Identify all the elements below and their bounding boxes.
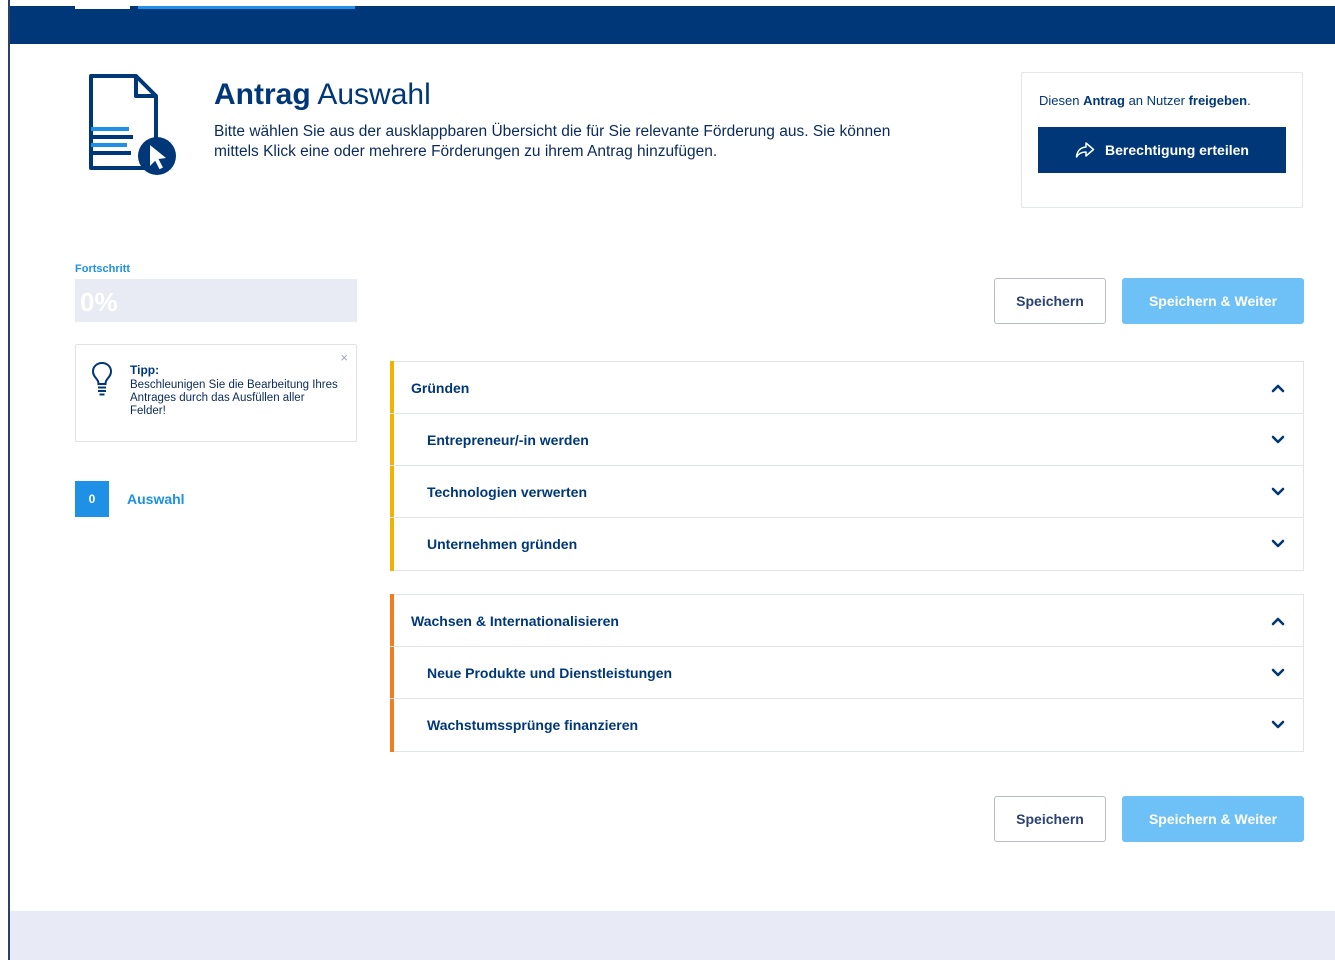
accordion-item-label: Technologien verwerten xyxy=(427,483,587,500)
progress-label: Fortschritt xyxy=(75,263,130,275)
save-continue-button-bottom[interactable]: Speichern & Weiter xyxy=(1122,796,1304,842)
tip-close-icon[interactable]: × xyxy=(340,351,348,364)
progress-bar: 0% xyxy=(75,279,357,322)
share-card: Diesen Antrag an Nutzer freigeben. Berec… xyxy=(1021,72,1303,208)
accordion-item[interactable]: Technologien verwerten xyxy=(390,466,1303,518)
accordion-item-label: Neue Produkte und Dienstleistungen xyxy=(427,664,673,681)
accordion-group-gruenden: Gründen Entrepreneur/-in werden Technolo… xyxy=(390,361,1304,571)
group-title: Gründen xyxy=(411,379,470,396)
nav-indicator-active xyxy=(138,6,355,9)
progress-value: 0% xyxy=(80,287,118,317)
page-footer xyxy=(10,911,1335,960)
chevron-down-icon xyxy=(1271,539,1285,548)
document-cursor-icon xyxy=(89,74,176,175)
chevron-up-icon xyxy=(1271,384,1285,393)
tip-box: Tipp: Beschleunigen Sie die Bearbeitung … xyxy=(75,344,357,442)
page-title-bold: Antrag xyxy=(214,78,311,111)
accordion-item-label: Wachstumssprünge finanzieren xyxy=(427,717,639,733)
tip-text: Beschleunigen Sie die Bearbeitung Ihres … xyxy=(130,379,338,417)
grant-permission-label: Berechtigung erteilen xyxy=(1105,142,1249,158)
nav-indicator-white xyxy=(75,6,130,9)
grant-permission-button[interactable]: Berechtigung erteilen xyxy=(1038,127,1286,173)
save-button-bottom[interactable]: Speichern xyxy=(994,796,1106,842)
chevron-down-icon xyxy=(1271,668,1285,677)
top-navigation-bar xyxy=(10,6,1335,44)
accordion-item[interactable]: Entrepreneur/-in werden xyxy=(390,414,1303,466)
chevron-down-icon xyxy=(1271,435,1285,444)
page-title-rest: Auswahl xyxy=(317,78,431,111)
chevron-down-icon xyxy=(1271,487,1285,496)
page-title: Antrag Auswahl xyxy=(214,78,431,112)
accordion-group-wachsen: Wachsen & Internationalisieren Neue Prod… xyxy=(390,594,1304,752)
accordion-header-wachsen[interactable]: Wachsen & Internationalisieren xyxy=(390,595,1303,647)
save-continue-button-top[interactable]: Speichern & Weiter xyxy=(1122,278,1304,324)
window-left-edge xyxy=(8,0,10,960)
accordion-item-label: Unternehmen gründen xyxy=(427,536,578,552)
accordion-item[interactable]: Unternehmen gründen xyxy=(390,518,1303,570)
share-text: Diesen Antrag an Nutzer freigeben. xyxy=(1039,93,1251,108)
accordion-item[interactable]: Neue Produkte und Dienstleistungen xyxy=(390,647,1303,699)
lightbulb-icon xyxy=(91,361,113,396)
group-title: Wachsen & Internationalisieren xyxy=(411,612,619,629)
page-description: Bitte wählen Sie aus der ausklappbaren Ü… xyxy=(214,123,891,160)
accordion-item-label: Entrepreneur/-in werden xyxy=(427,431,589,448)
accordion-header-gruenden[interactable]: Gründen xyxy=(390,362,1303,414)
selection-count-badge: 0 xyxy=(75,481,109,517)
save-button-top[interactable]: Speichern xyxy=(994,278,1106,324)
accordion-item[interactable]: Wachstumssprünge finanzieren xyxy=(390,699,1303,751)
share-arrow-icon xyxy=(1075,142,1095,158)
chevron-down-icon xyxy=(1271,720,1285,729)
tip-title: Tipp: xyxy=(130,363,160,377)
selection-label[interactable]: Auswahl xyxy=(127,491,185,507)
chevron-up-icon xyxy=(1271,617,1285,626)
